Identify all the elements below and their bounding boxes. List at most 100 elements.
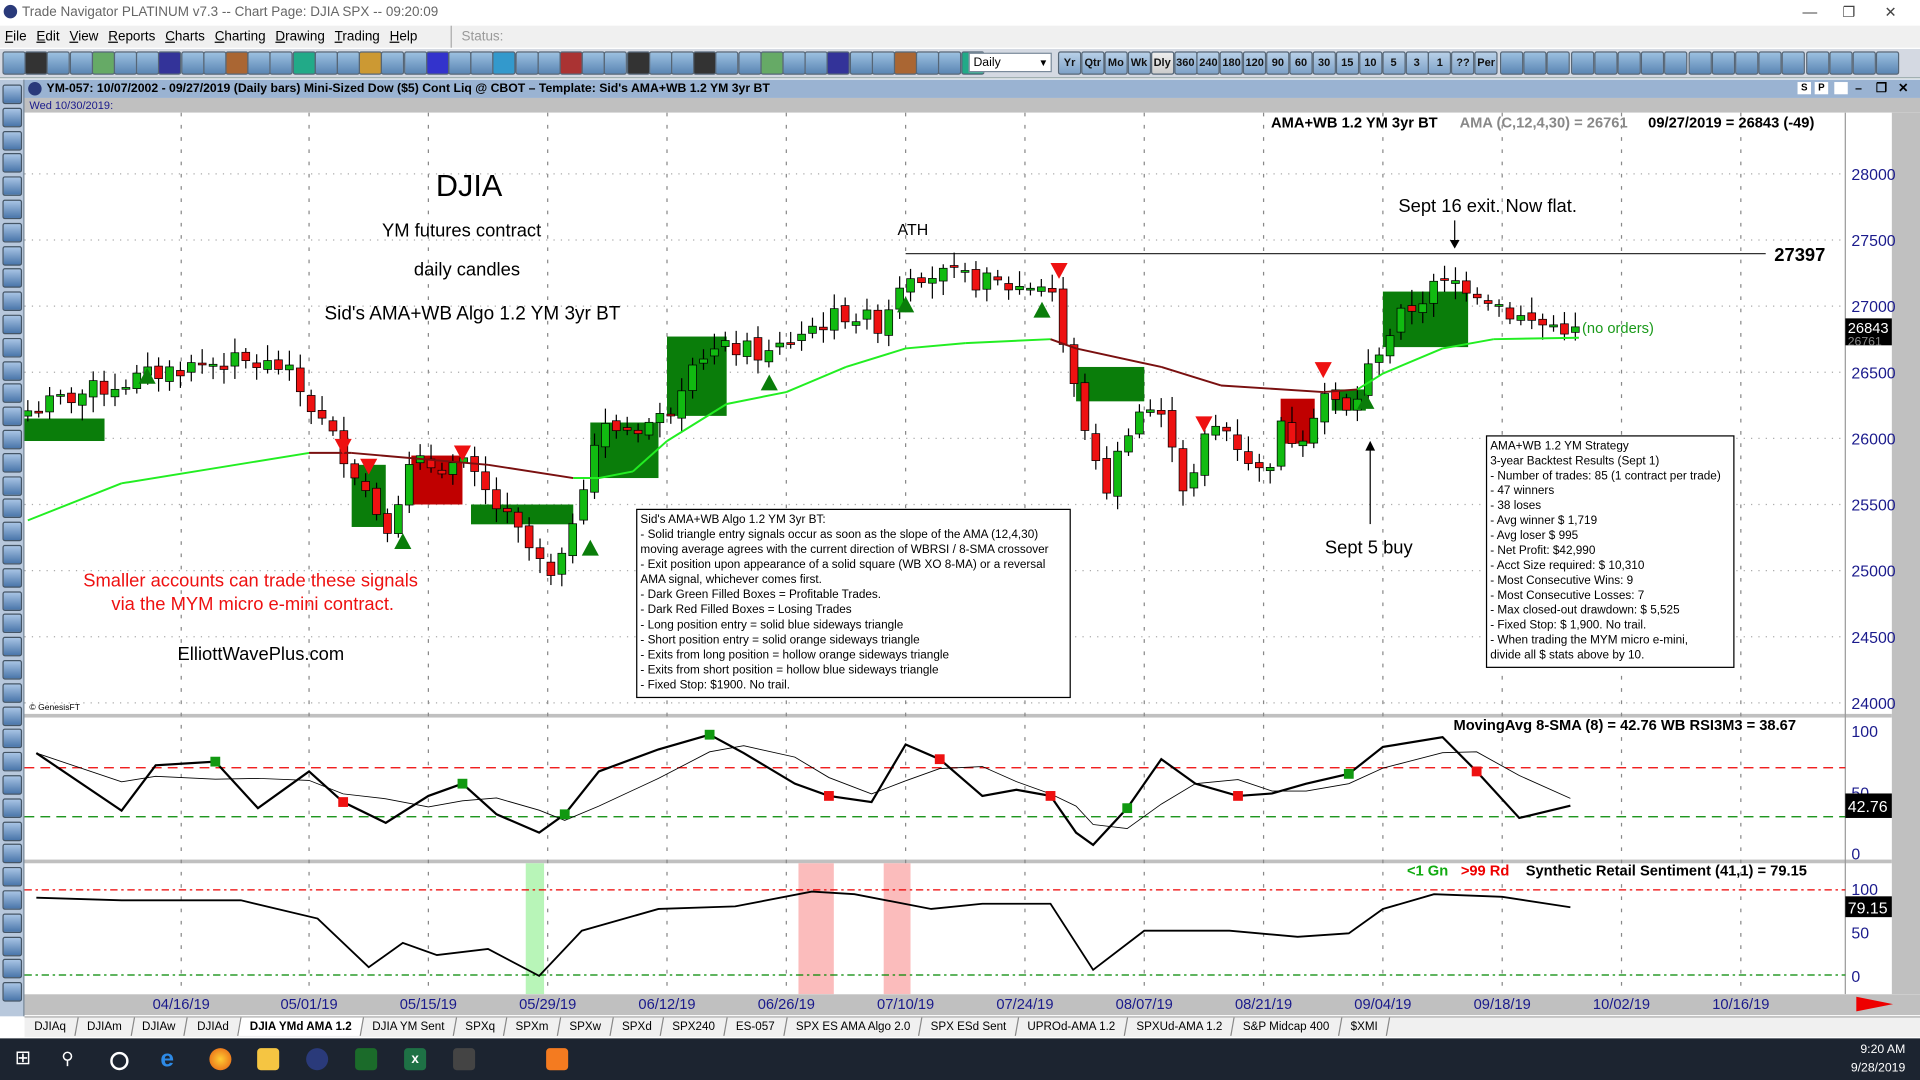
toolbar-tool-icon[interactable] <box>916 51 940 75</box>
menu-charting[interactable]: Charting <box>210 26 271 48</box>
tab-spxq[interactable]: SPXq <box>453 1017 508 1036</box>
edge-browser-icon[interactable]: e <box>160 1047 182 1071</box>
tab-es-057[interactable]: ES-057 <box>724 1017 788 1036</box>
toolbar-tool-icon[interactable] <box>938 51 962 75</box>
tab-spx-esd-sent[interactable]: SPX ESd Sent <box>919 1017 1020 1036</box>
toolbar-tool-icon[interactable] <box>403 51 427 75</box>
tab-djiam[interactable]: DJIAm <box>75 1017 135 1036</box>
toolbar-tool-icon[interactable] <box>292 51 316 75</box>
toolbar-tool-icon[interactable] <box>715 51 739 75</box>
chart-restore-button[interactable]: ❐ <box>1876 80 1887 98</box>
period-button-360[interactable]: 360 <box>1173 51 1197 75</box>
menu-file[interactable]: File <box>0 26 32 48</box>
toolbar-tool-icon[interactable] <box>336 51 361 75</box>
chart-style-tool-icon[interactable] <box>1594 51 1618 75</box>
toolbar-tool-icon[interactable] <box>671 51 695 75</box>
toolbar-tool-icon[interactable] <box>381 51 405 75</box>
drawing-tool-icon[interactable] <box>2 199 23 220</box>
tab-spxw[interactable]: SPXw <box>557 1017 614 1036</box>
period-button-180[interactable]: 180 <box>1219 51 1244 75</box>
period-button-Per[interactable]: Per <box>1474 51 1498 75</box>
menu-edit[interactable]: Edit <box>32 26 65 48</box>
toolbar-tool-icon[interactable] <box>871 51 895 75</box>
toolbar-tool-icon[interactable] <box>470 51 494 75</box>
firefox-icon[interactable] <box>209 1048 232 1071</box>
period-button-15[interactable]: 15 <box>1335 51 1359 75</box>
drawing-tool-icon[interactable] <box>2 337 23 358</box>
toolbar-tool-icon[interactable] <box>626 51 650 75</box>
menu-trading[interactable]: Trading <box>330 26 385 48</box>
tab-spxm[interactable]: SPXm <box>504 1017 562 1036</box>
drawing-tool-icon[interactable] <box>2 867 23 887</box>
windows-start-icon[interactable]: ⊞ <box>15 1048 37 1070</box>
chart-style-tool-icon[interactable] <box>1570 51 1594 75</box>
tab-djia-ym-sent[interactable]: DJIA YM Sent <box>360 1017 457 1036</box>
toolbar-tool-icon[interactable] <box>24 51 48 75</box>
drawing-tool-icon[interactable] <box>2 314 23 335</box>
toolbar-tool-icon[interactable] <box>559 51 583 75</box>
toolbar-tool-icon[interactable] <box>91 51 115 75</box>
drawing-tool-icon[interactable] <box>2 291 23 312</box>
drawing-tool-icon[interactable] <box>2 636 23 657</box>
toolbar-tool-icon[interactable] <box>136 51 160 75</box>
drawing-tool-icon[interactable] <box>2 775 23 795</box>
trade-navigator-icon[interactable] <box>306 1048 329 1071</box>
tab-s-p-midcap-400[interactable]: S&P Midcap 400 <box>1231 1017 1342 1036</box>
toolbar-tool-icon[interactable] <box>47 51 71 75</box>
chart-style-tool-icon[interactable] <box>1641 51 1665 75</box>
drawing-tool-icon[interactable] <box>2 936 23 956</box>
toolbar-tool-icon[interactable] <box>537 51 561 75</box>
drawing-tool-icon[interactable] <box>2 268 23 289</box>
period-button-Qtr[interactable]: Qtr <box>1081 51 1105 75</box>
drawing-tool-icon[interactable] <box>2 798 23 818</box>
toolbar-tool-icon[interactable] <box>737 51 762 75</box>
excel-icon[interactable]: x <box>404 1048 427 1071</box>
drawing-tool-icon[interactable] <box>2 590 23 611</box>
period-button-120[interactable]: 120 <box>1243 51 1267 75</box>
chart-style-tool-icon[interactable] <box>1617 51 1641 75</box>
tab-uprod-ama-1-2[interactable]: UPROd-AMA 1.2 <box>1015 1017 1128 1036</box>
toolbar-tool-icon[interactable] <box>782 51 806 75</box>
chart-style-tool-icon[interactable] <box>1711 51 1735 75</box>
toolbar-tool-icon[interactable] <box>604 51 628 75</box>
chart-style-tool-icon[interactable] <box>1500 51 1524 75</box>
app-monitor-icon[interactable] <box>453 1048 476 1071</box>
toolbar-tool-icon[interactable] <box>2 51 26 75</box>
period-button-60[interactable]: 60 <box>1289 51 1313 75</box>
tab--xmi[interactable]: $XMI <box>1338 1017 1390 1036</box>
chart-area[interactable]: 24000 24500 25000 25500 26000 26500 27000 27500… <box>24 112 1920 995</box>
toolbar-tool-icon[interactable] <box>113 51 138 75</box>
file-explorer-icon[interactable] <box>257 1048 280 1071</box>
drawing-tool-icon[interactable] <box>2 729 23 749</box>
chart-style-tool-icon[interactable] <box>1852 51 1876 75</box>
drawing-tool-icon[interactable] <box>2 982 23 1002</box>
chart-style-tool-icon[interactable] <box>1523 51 1547 75</box>
chart-minimize-button[interactable]: – <box>1855 80 1862 98</box>
chart-style-tool-icon[interactable] <box>1758 51 1782 75</box>
menu-view[interactable]: View <box>65 26 104 48</box>
drawing-tool-icon[interactable] <box>2 521 23 542</box>
drawing-tool-icon[interactable] <box>2 959 23 979</box>
drawing-tool-icon[interactable] <box>2 84 23 105</box>
tab-djiaw[interactable]: DJIAw <box>131 1017 189 1036</box>
chart-style-tool-icon[interactable] <box>1547 51 1571 75</box>
drawing-tool-icon[interactable] <box>2 821 23 841</box>
tab-djiad[interactable]: DJIAd <box>185 1017 242 1036</box>
drawing-tool-icon[interactable] <box>2 130 23 151</box>
drawing-tool-icon[interactable] <box>2 360 23 381</box>
toolbar-tool-icon[interactable] <box>448 51 472 75</box>
tab-spx-es-ama-algo-2-0[interactable]: SPX ES AMA Algo 2.0 <box>784 1017 923 1036</box>
period-button-Mo[interactable]: Mo <box>1104 51 1128 75</box>
drawing-tool-icon[interactable] <box>2 383 23 404</box>
toolbar-tool-icon[interactable] <box>180 51 204 75</box>
search-icon[interactable]: ⚲ <box>61 1048 83 1070</box>
tab-spx240[interactable]: SPX240 <box>661 1017 728 1036</box>
toolbar-tool-icon[interactable] <box>581 51 606 75</box>
menu-reports[interactable]: Reports <box>103 26 160 48</box>
toolbar-tool-icon[interactable] <box>158 51 182 75</box>
period-button-3[interactable]: 3 <box>1405 51 1429 75</box>
period-select[interactable]: Daily ▼ <box>968 52 1052 73</box>
drawing-tool-icon[interactable] <box>2 429 23 450</box>
toolbar-tool-icon[interactable] <box>693 51 717 75</box>
s-button[interactable]: S <box>1797 82 1812 95</box>
